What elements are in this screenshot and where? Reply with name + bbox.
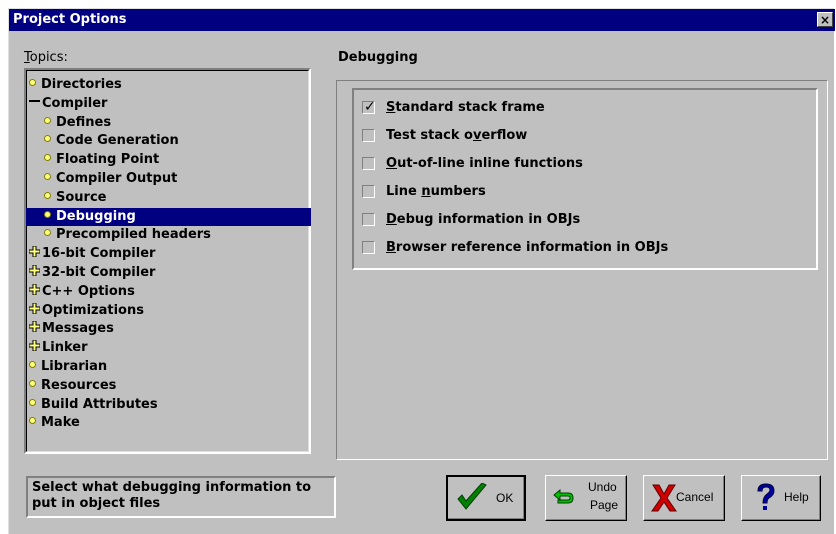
cancel-x-icon [651, 484, 677, 512]
tree-item[interactable]: Debugging [26, 207, 311, 226]
tree-item-label: C++ Options [42, 283, 135, 299]
tree-item-label: 32-bit Compiler [42, 265, 156, 280]
tree-item-label: Source [56, 189, 107, 205]
tree-item-label: Precompiled headers [56, 227, 211, 243]
tree-item-label: Messages [42, 321, 114, 337]
bullet-icon [29, 379, 36, 387]
checkbox[interactable] [362, 185, 375, 198]
bullet-icon [44, 191, 51, 199]
expand-plus-icon[interactable] [29, 283, 40, 295]
tree-item-label: Optimizations [42, 302, 144, 318]
tree-item[interactable]: Optimizations [29, 302, 148, 320]
tree-item[interactable]: Resources [29, 377, 120, 395]
cancel-button[interactable]: Cancel [643, 475, 725, 521]
bullet-icon [29, 398, 36, 406]
tree-item-label: Floating Point [56, 152, 160, 168]
undo-page-button[interactable]: Undo Page [545, 475, 627, 521]
ok-label: OK [496, 491, 514, 505]
bullet-icon [44, 116, 51, 124]
tree-item[interactable]: Build Attributes [29, 396, 162, 414]
title-bar: Project Options × [9, 9, 835, 31]
window-title: Project Options [13, 12, 127, 27]
status-box: Select what debugging information to put… [26, 476, 336, 518]
tree-item[interactable]: Directories [29, 76, 126, 94]
option-label: Debug information in OBJs [386, 212, 581, 227]
undo-label-line2: Page [590, 498, 619, 512]
tree-item[interactable]: Floating Point [44, 151, 163, 169]
expand-plus-icon[interactable] [29, 265, 40, 276]
status-text: Select what debugging information to put… [32, 480, 312, 511]
undo-arrow-icon [553, 489, 574, 504]
tree-item[interactable]: Compiler [29, 95, 111, 113]
checkbox[interactable]: ✓ [362, 99, 376, 115]
tree-item-label: Build Attributes [41, 396, 158, 412]
checkbox[interactable] [362, 213, 375, 226]
topics-tree[interactable]: Directories Compiler Defines Code Generatio… [24, 68, 311, 454]
collapse-minus-icon[interactable] [29, 100, 40, 103]
expand-plus-icon[interactable] [29, 321, 40, 333]
option-label: Browser reference information in OBJs [386, 240, 669, 255]
bullet-icon [44, 173, 51, 180]
option-label: Standard stack frame [386, 100, 545, 115]
tree-item-label: Compiler Output [56, 171, 178, 186]
undo-label-line1: Undo [588, 480, 617, 494]
cancel-label: Cancel [676, 490, 714, 504]
bullet-icon [44, 229, 51, 237]
tree-item[interactable]: Make [29, 414, 84, 432]
help-label: Help [784, 490, 809, 504]
tree-item[interactable]: Code Generation [44, 132, 183, 150]
tree-item-label: Librarian [41, 359, 108, 374]
tree-item[interactable]: Librarian [29, 358, 111, 376]
panel-title: Debugging [338, 50, 418, 65]
tree-item-label: Linker [42, 340, 88, 356]
tree-item-label: 16-bit Compiler [42, 246, 156, 262]
close-icon: × [819, 13, 831, 27]
option-label: Line numbers [386, 184, 486, 199]
tree-item-label: Directories [41, 77, 122, 92]
checkmark-icon: ✓ [364, 99, 376, 115]
tree-item-label: Compiler [42, 95, 108, 111]
bullet-icon [29, 361, 36, 368]
tree-item[interactable]: Precompiled headers [44, 226, 215, 244]
expand-plus-icon[interactable] [29, 340, 40, 352]
bullet-icon [44, 210, 51, 218]
tree-item-label: Resources [41, 377, 117, 393]
tree-item[interactable]: Source [44, 189, 110, 207]
checkbox[interactable] [362, 157, 375, 170]
topics-label: Topics: [24, 50, 68, 65]
ok-button[interactable]: OK [446, 475, 526, 521]
tree-item[interactable]: Defines [44, 114, 115, 132]
tree-item[interactable]: 32-bit Compiler [29, 264, 159, 282]
help-question-icon [757, 483, 775, 510]
bullet-icon [29, 79, 36, 86]
option-label: Test stack overflow [386, 128, 528, 143]
checkbox[interactable] [362, 129, 375, 142]
tree-item[interactable]: Linker [29, 339, 92, 357]
close-button[interactable]: × [817, 12, 833, 27]
check-icon [457, 483, 487, 510]
tree-item-label: Code Generation [56, 133, 179, 149]
tree-item[interactable]: Compiler Output [44, 170, 181, 188]
expand-plus-icon[interactable] [29, 302, 40, 314]
bullet-icon [44, 135, 51, 143]
checkbox[interactable] [362, 241, 375, 254]
bullet-icon [44, 154, 51, 162]
tree-item[interactable]: C++ Options [29, 283, 139, 301]
expand-plus-icon[interactable] [29, 246, 40, 258]
help-button[interactable]: Help [741, 475, 821, 521]
tree-item-label: Make [41, 415, 80, 431]
tree-item[interactable]: Messages [29, 320, 118, 338]
bullet-icon [29, 417, 36, 425]
tree-item[interactable]: 16-bit Compiler [29, 245, 159, 263]
tree-item-label: Debugging [56, 208, 136, 224]
option-label: Out-of-line inline functions [386, 156, 583, 171]
tree-item-label: Defines [56, 114, 112, 130]
